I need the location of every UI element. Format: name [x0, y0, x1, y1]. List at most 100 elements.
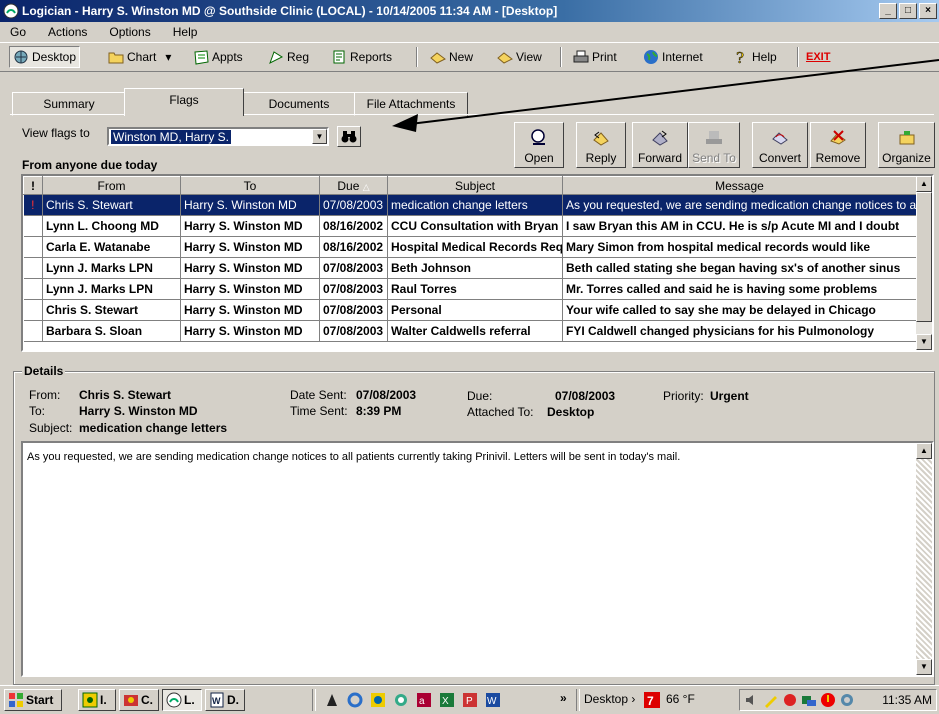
organize-button[interactable]: Organize — [878, 122, 935, 168]
view-flags-combo[interactable]: Winston MD, Harry S. ▼ — [107, 127, 329, 146]
message-scrollbar[interactable]: ▲ ▼ — [916, 443, 932, 675]
binoculars-icon — [341, 131, 357, 143]
reply-button[interactable]: Reply — [576, 122, 626, 168]
col-from[interactable]: From — [42, 176, 181, 195]
open-button[interactable]: Open — [514, 122, 564, 168]
message-body[interactable]: As you requested, we are sending medicat… — [21, 441, 934, 677]
table-row[interactable]: Carla E. Watanabe Harry S. Winston MD 08… — [23, 236, 917, 258]
access-icon[interactable]: a — [416, 692, 432, 708]
tab-documents[interactable]: Documents — [242, 92, 356, 116]
menu-options[interactable]: Options — [109, 25, 150, 39]
windows-logo-icon — [9, 693, 23, 707]
taskbar-item-1[interactable]: I. — [78, 689, 116, 711]
scroll-up-icon[interactable]: ▲ — [916, 176, 932, 192]
network-icon[interactable] — [801, 692, 817, 708]
date-sent-label: Date Sent: — [290, 388, 347, 402]
view-icon — [497, 52, 513, 64]
convert-icon — [772, 132, 788, 145]
minimize-button[interactable]: _ — [879, 3, 897, 19]
new-icon — [430, 52, 446, 64]
taskbar-item-label: L. — [184, 693, 195, 707]
weather-temp[interactable]: 66 °F — [666, 692, 695, 706]
word-icon[interactable]: W — [485, 692, 501, 708]
desktop-label: Desktop — [32, 50, 77, 64]
new-label: New — [449, 50, 474, 64]
alert-icon[interactable] — [820, 692, 836, 708]
grid-scrollbar[interactable]: ▲ ▼ — [916, 176, 932, 350]
title-bar[interactable]: Logician - Harry S. Winston MD @ Southsi… — [0, 0, 939, 22]
desktop-toolbar[interactable]: Desktop › — [584, 692, 635, 706]
menu-go[interactable]: Go — [10, 25, 26, 39]
taskbar-item-label: D. — [227, 693, 239, 707]
volume-icon[interactable] — [744, 692, 760, 708]
scroll-thumb[interactable] — [916, 192, 932, 322]
powerpoint-icon[interactable]: P — [462, 692, 478, 708]
row-message: FYI Caldwell changed physicians for his … — [562, 320, 917, 342]
chevron-down-icon[interactable]: ▼ — [312, 129, 327, 144]
app-icon — [3, 3, 19, 19]
print-button[interactable]: Print — [573, 47, 617, 67]
convert-button[interactable]: Convert — [752, 122, 808, 168]
sync-icon[interactable] — [839, 692, 855, 708]
pen-icon[interactable] — [763, 692, 779, 708]
maximize-button[interactable]: □ — [899, 3, 917, 19]
chart-button[interactable]: Chart ▾ — [108, 47, 171, 67]
taskbar-item-2[interactable]: C. — [119, 689, 159, 711]
remove-button[interactable]: Remove — [810, 122, 866, 168]
scroll-down-icon[interactable]: ▼ — [916, 659, 932, 675]
table-row[interactable]: ! Chris S. Stewart Harry S. Winston MD 0… — [23, 194, 917, 216]
messenger-icon[interactable] — [393, 692, 409, 708]
ie-icon[interactable] — [347, 692, 363, 708]
close-button[interactable]: × — [919, 3, 937, 19]
desktop-button[interactable]: Desktop — [9, 46, 81, 68]
scroll-up-icon[interactable]: ▲ — [916, 443, 932, 459]
table-row[interactable]: Chris S. Stewart Harry S. Winston MD 07/… — [23, 299, 917, 321]
row-from: Lynn J. Marks LPN — [42, 257, 181, 279]
excel-icon[interactable]: X — [439, 692, 455, 708]
col-priority[interactable]: ! — [23, 176, 43, 195]
taskbar-item-3[interactable]: L. — [162, 689, 202, 711]
chart-dropdown-icon[interactable]: ▾ — [165, 47, 171, 67]
printer-icon — [573, 50, 589, 63]
col-subject[interactable]: Subject — [387, 176, 563, 195]
row-message: Beth called stating she began having sx'… — [562, 257, 917, 279]
col-message[interactable]: Message — [562, 176, 917, 195]
appts-button[interactable]: Appts — [193, 47, 243, 67]
help-button[interactable]: ? Help — [733, 47, 777, 67]
view-button[interactable]: View — [497, 47, 542, 67]
find-button[interactable] — [337, 126, 361, 147]
clock[interactable]: 11:35 AM — [882, 693, 932, 707]
new-button[interactable]: New — [430, 47, 473, 67]
scroll-down-icon[interactable]: ▼ — [916, 334, 932, 350]
start-button[interactable]: Start — [4, 689, 62, 711]
taskbar-item-4[interactable]: W D. — [205, 689, 245, 711]
weather-icon[interactable]: 7 — [644, 692, 660, 708]
sort-arrow-icon: △ — [362, 181, 370, 192]
table-row[interactable]: Barbara S. Sloan Harry S. Winston MD 07/… — [23, 320, 917, 342]
table-row[interactable]: Lynn L. Choong MD Harry S. Winston MD 08… — [23, 215, 917, 237]
desktop-icon — [14, 50, 28, 64]
table-row[interactable]: Lynn J. Marks LPN Harry S. Winston MD 07… — [23, 257, 917, 279]
reports-button[interactable]: Reports — [331, 47, 392, 67]
menu-help[interactable]: Help — [173, 25, 198, 39]
due-label: Due: — [467, 389, 493, 403]
outlook-icon[interactable] — [370, 692, 386, 708]
tab-summary[interactable]: Summary — [12, 92, 126, 116]
menu-actions[interactable]: Actions — [48, 25, 87, 39]
col-to[interactable]: To — [180, 176, 320, 195]
table-row[interactable]: Lynn J. Marks LPN Harry S. Winston MD 07… — [23, 278, 917, 300]
shortcut-icon[interactable] — [324, 692, 340, 708]
flags-grid[interactable]: ! From To Due △ Subject Message ! Chris … — [21, 174, 934, 352]
forward-button[interactable]: Forward — [632, 122, 688, 168]
send-to-button[interactable]: Send To — [688, 122, 740, 168]
col-due[interactable]: Due △ — [319, 176, 388, 195]
quicklaunch-overflow[interactable]: » — [560, 691, 567, 705]
svg-text:X: X — [442, 696, 449, 707]
row-from: Barbara S. Sloan — [42, 320, 181, 342]
tab-file-attachments[interactable]: File Attachments — [354, 92, 468, 116]
reg-button[interactable]: Reg — [268, 47, 309, 67]
exit-button[interactable]: EXIT — [806, 47, 830, 67]
tab-flags[interactable]: Flags — [124, 88, 244, 116]
internet-button[interactable]: Internet — [643, 47, 703, 67]
security-icon[interactable] — [782, 692, 798, 708]
